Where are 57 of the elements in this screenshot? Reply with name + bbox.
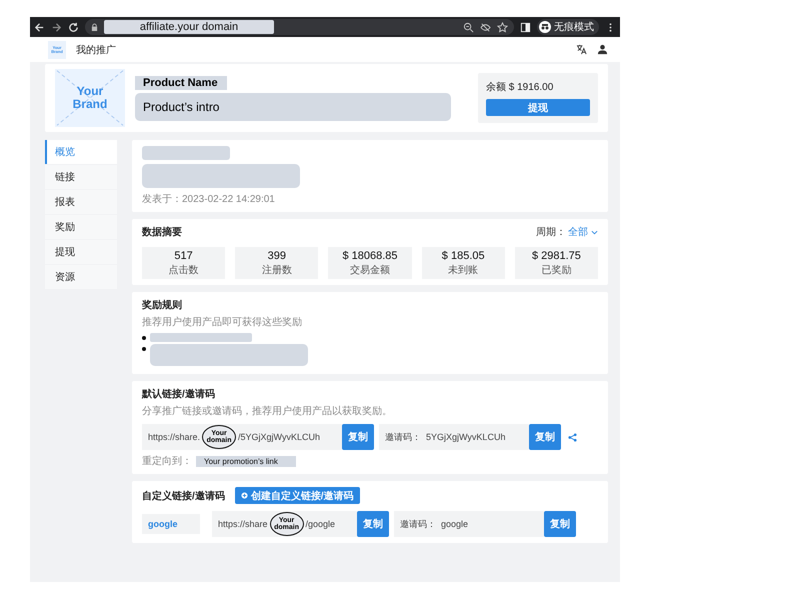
back-icon[interactable] <box>34 22 45 32</box>
reload-icon[interactable] <box>68 22 79 32</box>
section-title: 自定义链接/邀请码 <box>142 489 225 502</box>
product-name: Product Name <box>135 76 227 90</box>
sidebar-item[interactable]: 奖励 <box>45 215 117 239</box>
chevron-down-icon <box>591 228 598 236</box>
incognito-icon <box>539 21 551 33</box>
sidebar-item[interactable]: 概览 <box>45 140 117 164</box>
stat-value: 517 <box>174 250 193 262</box>
forward-icon[interactable] <box>51 22 62 32</box>
period-label: 周期： <box>536 226 566 239</box>
invite-code-field[interactable]: 邀请码： google <box>394 511 544 537</box>
bullet-icon <box>142 336 146 340</box>
stat-value: $ 18068.85 <box>342 250 398 262</box>
sidebar-item[interactable]: 链接 <box>45 165 117 189</box>
stat-value: 399 <box>268 250 286 262</box>
sidebar-item[interactable]: 报表 <box>45 190 117 214</box>
section-title: 奖励规则 <box>142 298 183 312</box>
redirect-label: 重定向到： <box>142 454 192 468</box>
star-icon[interactable] <box>497 22 508 32</box>
copy-button[interactable]: 复制 <box>544 511 576 537</box>
sidebar-icon[interactable] <box>520 22 531 32</box>
plus-icon <box>240 492 248 499</box>
product-intro: Product’s intro <box>135 92 451 120</box>
section-subtitle: 推荐用户使用产品即可获得这些奖励 <box>142 316 303 329</box>
stat-label: 交易金额 <box>350 264 390 276</box>
stat-value: $ 185.05 <box>442 250 485 262</box>
stat-label: 已奖励 <box>541 264 572 276</box>
stat-label: 点击数 <box>168 264 199 276</box>
period-dropdown[interactable]: 全部 <box>568 225 598 239</box>
bullet-icon <box>142 347 146 351</box>
withdraw-button[interactable]: 提现 <box>486 99 590 116</box>
eye-off-icon[interactable] <box>480 22 491 32</box>
copy-button[interactable]: 复制 <box>357 511 389 537</box>
user-icon[interactable] <box>597 44 608 55</box>
invite-code-field[interactable]: 邀请码： 5YGjXgjWyvKLCUh <box>379 424 529 450</box>
publish-date: 发表于：2023-02-22 14:29:01 <box>142 192 276 206</box>
sidebar-item[interactable]: 提现 <box>45 240 117 264</box>
stat-label: 未到账 <box>448 264 478 276</box>
lock-icon <box>91 22 98 32</box>
copy-button[interactable]: 复制 <box>529 424 561 450</box>
zoom-icon[interactable] <box>463 22 474 32</box>
page-title: 我的推广 <box>76 44 116 56</box>
balance-text: 余额 $ 1916.00 <box>486 80 554 94</box>
stat-label: 注册数 <box>262 264 292 276</box>
brand-logo: Your Brand <box>55 69 125 127</box>
section-title: 数据摘要 <box>142 225 182 239</box>
translate-icon[interactable] <box>576 44 587 55</box>
section-subtitle: 分享推广链接或邀请码，推荐用户使用产品以获取奖励。 <box>142 404 393 418</box>
section-title: 默认链接/邀请码 <box>142 388 216 401</box>
sidebar-item[interactable]: 资源 <box>45 265 117 289</box>
stat-value: $ 2981.75 <box>532 250 581 262</box>
incognito-profile-button[interactable]: 无痕模式 <box>537 19 599 35</box>
share-icon[interactable] <box>568 432 577 442</box>
create-link-button[interactable]: 创建自定义链接/邀请码 <box>234 487 360 504</box>
address-field[interactable]: affiliate.your domain <box>104 20 274 34</box>
copy-button[interactable]: 复制 <box>342 424 374 450</box>
